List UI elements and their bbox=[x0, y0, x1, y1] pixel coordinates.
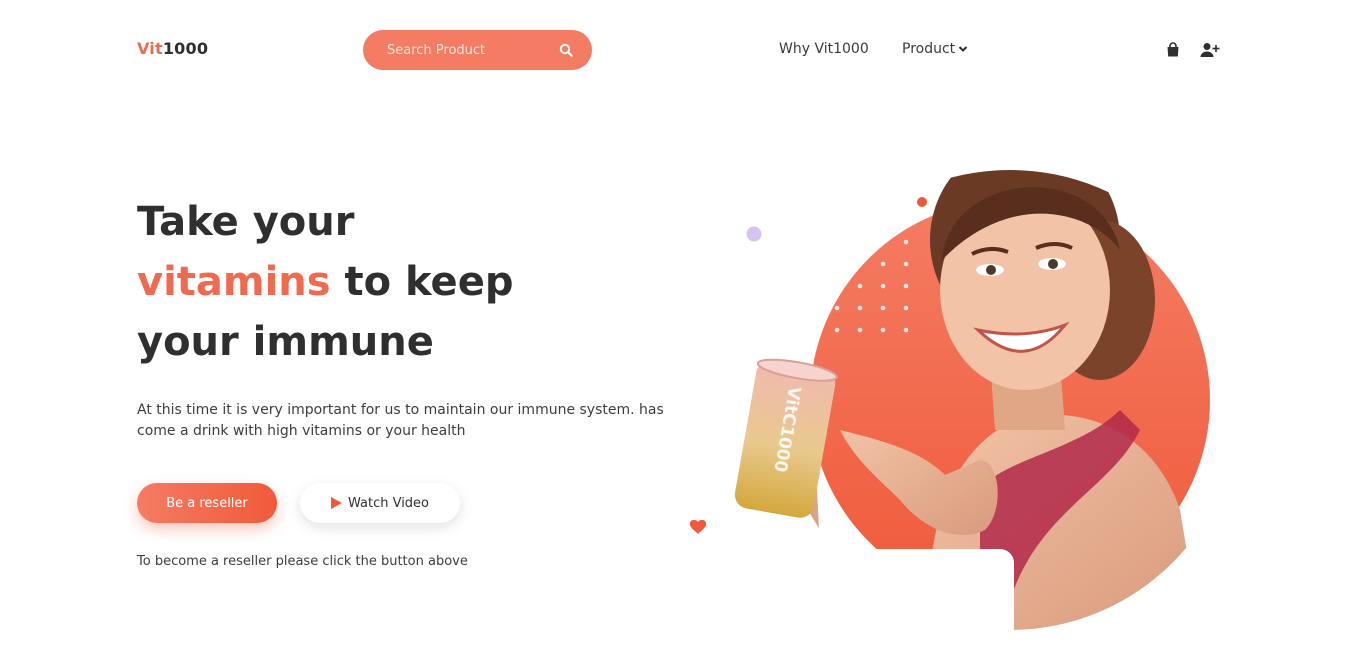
reseller-button[interactable]: Be a reseller bbox=[137, 483, 277, 523]
shopping-bag-icon[interactable] bbox=[1163, 40, 1183, 60]
nav-why-vit1000[interactable]: Why Vit1000 bbox=[779, 41, 869, 57]
vitc1000-can: VitC1000 bbox=[734, 358, 838, 518]
purple-dot bbox=[746, 226, 762, 242]
reseller-note: To become a reseller please click the bu… bbox=[137, 554, 468, 569]
nav-why-label: Why Vit1000 bbox=[779, 41, 869, 57]
hero-subtext: At this time it is very important for us… bbox=[137, 402, 664, 439]
red-dot bbox=[917, 197, 927, 207]
heart-shape bbox=[689, 519, 707, 534]
search-bar bbox=[363, 30, 592, 70]
user-plus-icon[interactable] bbox=[1200, 40, 1220, 60]
headline-line-2: vitamins to keep bbox=[137, 252, 657, 312]
brand-logo[interactable]: Vit1000 bbox=[137, 39, 208, 58]
logo-rest: 1000 bbox=[162, 39, 209, 58]
hero-headline: Take your vitamins to keep your immune bbox=[137, 192, 657, 372]
landing-page: Vit1000 Why Vit1000 Product bbox=[0, 0, 1366, 657]
headline-line-2-rest: to keep bbox=[330, 259, 514, 305]
headline-accent: vitamins bbox=[137, 259, 331, 305]
hero-illustration: VitC1000 bbox=[689, 170, 1210, 630]
headline-line-1: Take your bbox=[137, 199, 355, 245]
logo-accent: Vit bbox=[137, 39, 163, 58]
chevron-down-icon bbox=[958, 41, 968, 57]
watch-video-button[interactable]: Watch Video bbox=[300, 483, 460, 523]
search-icon[interactable] bbox=[558, 42, 574, 58]
nav-product-dropdown[interactable]: Product bbox=[902, 41, 968, 57]
nav-product-label: Product bbox=[902, 41, 956, 57]
watch-video-label: Watch Video bbox=[347, 495, 430, 511]
white-cutout-card bbox=[740, 549, 1014, 630]
play-icon bbox=[330, 497, 342, 509]
headline-line-3: your immune bbox=[137, 319, 434, 365]
search-input[interactable] bbox=[387, 42, 558, 58]
